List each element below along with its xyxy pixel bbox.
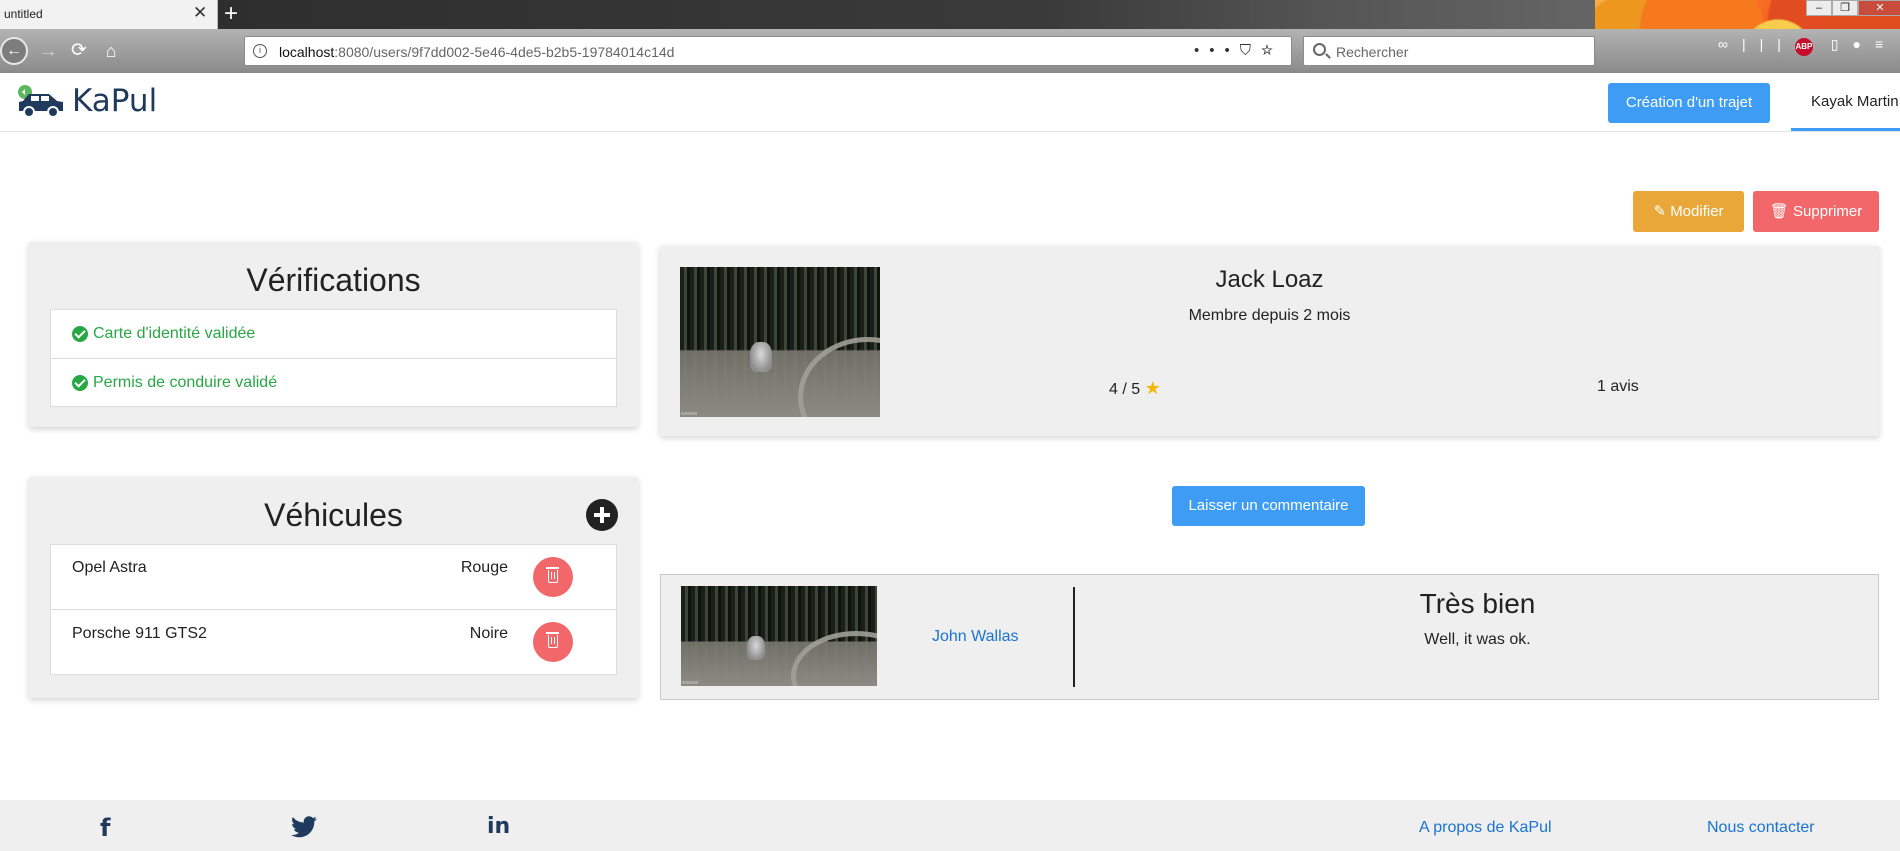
pencil-icon: ✎ bbox=[1653, 203, 1671, 220]
profile-name: Jack Loaz bbox=[1215, 266, 1324, 293]
edit-button[interactable]: ✎ Modifier bbox=[1633, 191, 1744, 232]
vehicles-panel: Véhicules Opel Astra Rouge Porsche 911 G… bbox=[29, 477, 638, 698]
comment-card: ≡≡≡≡≡≡≡ John Wallas Très bien Well, it w… bbox=[660, 574, 1879, 700]
leave-comment-button[interactable]: Laisser un commentaire bbox=[1172, 486, 1365, 526]
forward-arrow-icon[interactable]: → bbox=[34, 37, 62, 65]
browser-extensions: ∞|||ABP ▯●≡ bbox=[1718, 36, 1897, 56]
check-circle-icon bbox=[72, 326, 88, 342]
pocket-icon[interactable]: ⛉ bbox=[1240, 42, 1261, 59]
comment-title: Très bien bbox=[1419, 588, 1536, 619]
verification-label: Permis de conduire validé bbox=[93, 374, 278, 391]
url-bar[interactable]: i localhost:8080/users/9f7dd002-5e46-4de… bbox=[244, 36, 1292, 66]
photo-path bbox=[791, 631, 877, 686]
bookmark-star-icon[interactable]: ☆ bbox=[1261, 42, 1283, 59]
extension-icon[interactable]: ● bbox=[1853, 36, 1875, 52]
facebook-icon[interactable]: f bbox=[100, 814, 110, 842]
close-window-icon[interactable]: ✕ bbox=[1858, 0, 1900, 16]
verifications-list: Carte d'identité validée Permis de condu… bbox=[50, 309, 617, 407]
search-placeholder: Rechercher bbox=[1336, 44, 1409, 60]
list-item: Porsche 911 GTS2 Noire bbox=[51, 610, 616, 676]
star-icon: ★ bbox=[1144, 378, 1161, 398]
list-item: Opel Astra Rouge bbox=[51, 545, 616, 610]
vehicle-color: Noire bbox=[469, 625, 508, 642]
twitter-icon[interactable] bbox=[291, 816, 317, 838]
comment-body: Well, it was ok. bbox=[1424, 631, 1531, 648]
delete-label: Supprimer bbox=[1793, 203, 1863, 220]
delete-vehicle-button[interactable] bbox=[533, 557, 573, 597]
list-item: Permis de conduire validé bbox=[51, 359, 616, 408]
url-actions: •••⛉☆ bbox=[1194, 42, 1283, 59]
commenter-photo: ≡≡≡≡≡≡≡ bbox=[681, 586, 877, 686]
edit-label: Modifier bbox=[1670, 203, 1724, 220]
rating-text: 4 / 5 bbox=[1109, 381, 1141, 398]
search-bar[interactable]: Rechercher bbox=[1303, 36, 1595, 66]
about-link[interactable]: A propos de KaPul bbox=[1419, 819, 1552, 837]
browser-toolbar: ← → ⟳ ⌂ i localhost:8080/users/9f7dd002-… bbox=[0, 29, 1900, 73]
car-logo-icon[interactable] bbox=[15, 83, 67, 119]
logo-text[interactable]: KaPul bbox=[72, 83, 157, 119]
verifications-panel: Vérifications Carte d'identité validée P… bbox=[29, 242, 638, 427]
new-tab-icon[interactable]: + bbox=[224, 1, 238, 27]
library-icon[interactable]: ||| bbox=[1742, 36, 1795, 52]
reviews-count[interactable]: 1 avis bbox=[1597, 378, 1639, 396]
app-header: KaPul Création d'un trajet Kayak Martin bbox=[0, 73, 1900, 132]
trash-icon: 🗑 bbox=[1769, 203, 1793, 220]
reload-icon[interactable]: ⟳ bbox=[65, 37, 93, 65]
close-tab-icon[interactable]: ✕ bbox=[193, 4, 207, 22]
create-trip-button[interactable]: Création d'un trajet bbox=[1608, 83, 1770, 123]
user-menu[interactable]: Kayak Martin bbox=[1791, 73, 1900, 131]
menu-icon[interactable]: ≡ bbox=[1875, 36, 1897, 52]
photo-cat bbox=[747, 636, 765, 660]
page-actions-icon[interactable]: ••• bbox=[1194, 42, 1240, 59]
vehicles-title: Véhicules bbox=[264, 497, 403, 533]
add-vehicle-icon[interactable] bbox=[586, 499, 618, 531]
trash-icon bbox=[546, 632, 559, 648]
vehicles-list: Opel Astra Rouge Porsche 911 GTS2 Noire bbox=[50, 544, 617, 675]
minimize-icon[interactable]: – bbox=[1806, 0, 1832, 16]
browser-tab[interactable]: untitled ✕ bbox=[0, 0, 218, 29]
browser-tab-bar: untitled ✕ + – ❐ ✕ bbox=[0, 0, 1900, 73]
list-item: Carte d'identité validée bbox=[51, 310, 616, 359]
trash-icon bbox=[546, 567, 559, 583]
photo-cat bbox=[750, 342, 772, 372]
photo-stamp: ≡≡≡≡≡≡≡ bbox=[682, 680, 699, 685]
back-arrow-icon[interactable]: ← bbox=[0, 37, 28, 65]
sidebar-icon[interactable]: ▯ bbox=[1831, 36, 1853, 52]
home-icon[interactable]: ⌂ bbox=[97, 37, 125, 65]
delete-button[interactable]: 🗑 Supprimer bbox=[1753, 191, 1879, 232]
contact-link[interactable]: Nous contacter bbox=[1707, 819, 1815, 837]
vehicle-name: Porsche 911 GTS2 bbox=[72, 625, 207, 642]
restore-icon[interactable]: ❐ bbox=[1832, 0, 1858, 16]
check-circle-icon bbox=[72, 375, 88, 391]
user-name: Kayak Martin bbox=[1811, 93, 1899, 110]
verification-label: Carte d'identité validée bbox=[93, 325, 256, 342]
adblock-icon[interactable]: ABP bbox=[1794, 38, 1813, 56]
member-since: Membre depuis 2 mois bbox=[1188, 307, 1351, 324]
photo-path bbox=[798, 337, 880, 417]
linkedin-icon[interactable]: in bbox=[487, 814, 510, 839]
footer: f in A propos de KaPul Nous contacter bbox=[0, 800, 1900, 851]
profile-panel: ≡≡≡≡≡≡≡ Jack Loaz Membre depuis 2 mois 4… bbox=[660, 246, 1879, 436]
rating: 4 / 5 ★ bbox=[1109, 378, 1161, 399]
commenter-link[interactable]: John Wallas bbox=[932, 628, 1019, 646]
mask-icon[interactable]: ∞ bbox=[1718, 36, 1742, 52]
vehicle-name: Opel Astra bbox=[72, 559, 147, 576]
verifications-title: Vérifications bbox=[246, 262, 421, 298]
delete-vehicle-button[interactable] bbox=[533, 622, 573, 662]
tab-title: untitled bbox=[4, 7, 43, 21]
photo-stamp: ≡≡≡≡≡≡≡ bbox=[681, 411, 698, 416]
search-icon bbox=[1313, 43, 1326, 56]
vehicle-color: Rouge bbox=[460, 559, 508, 576]
site-info-icon[interactable]: i bbox=[253, 44, 267, 58]
url-text: localhost:8080/users/9f7dd002-5e46-4de5-… bbox=[279, 44, 675, 60]
